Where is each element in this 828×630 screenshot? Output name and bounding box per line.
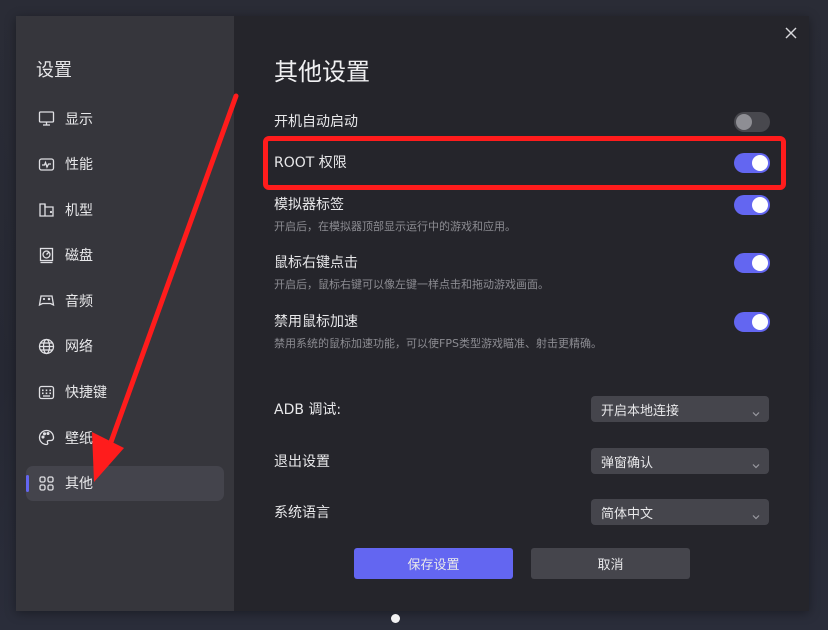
select-label: 系统语言 [274, 505, 330, 521]
setting-label: ROOT 权限 [274, 155, 347, 171]
settings-dialog: 设置 显示 性能 机型 磁盘 音频 网络 快捷键 壁纸 其他 其他设置 开机自动… [16, 16, 809, 611]
setting-label: 禁用鼠标加速 [274, 314, 358, 330]
save-button[interactable]: 保存设置 [354, 548, 513, 579]
setting-description: 禁用系统的鼠标加速功能，可以使FPS类型游戏瞄准、射击更精确。 [274, 337, 602, 350]
sidebar-item-wallpaper[interactable]: 壁纸 [26, 420, 224, 455]
sidebar-item-label: 音频 [65, 293, 93, 310]
setting-label: 开机自动启动 [274, 114, 358, 130]
sidebar-item-device-model[interactable]: 机型 [26, 192, 224, 227]
settings-nav: 显示 性能 机型 磁盘 音频 网络 快捷键 壁纸 其他 [26, 101, 224, 511]
mouse-accel-toggle[interactable] [734, 312, 770, 332]
device-model-icon [38, 201, 55, 218]
sidebar-item-shortcuts[interactable]: 快捷键 [26, 375, 224, 410]
autostart-toggle[interactable] [734, 112, 770, 132]
setting-label: 模拟器标签 [274, 197, 344, 213]
sidebar-item-label: 显示 [65, 111, 93, 128]
page-indicator-dot[interactable] [391, 614, 400, 623]
setting-right-click: 鼠标右键点击 开启后，鼠标右键可以像左键一样点击和拖动游戏画面。 [274, 253, 770, 293]
select-label: 退出设置 [274, 454, 330, 470]
setting-adb: ADB 调试: 开启本地连接 [274, 396, 770, 422]
setting-label: 鼠标右键点击 [274, 255, 358, 271]
sidebar-item-label: 磁盘 [65, 248, 93, 265]
page-title: 其他设置 [274, 58, 370, 86]
sidebar-item-label: 其他 [65, 476, 93, 493]
chevron-down-icon [751, 456, 761, 469]
language-select[interactable]: 简体中文 [591, 499, 769, 525]
toggle-knob [752, 197, 768, 213]
adb-select[interactable]: 开启本地连接 [591, 396, 769, 422]
setting-description: 开启后，鼠标右键可以像左键一样点击和拖动游戏画面。 [274, 278, 549, 291]
audio-icon [38, 292, 55, 309]
select-value: 开启本地连接 [601, 403, 680, 419]
setting-language: 系统语言 简体中文 [274, 499, 770, 525]
performance-icon [38, 156, 55, 173]
setting-exit: 退出设置 弹窗确认 [274, 448, 770, 474]
toggle-knob [736, 114, 752, 130]
setting-emulator-tabs: 模拟器标签 开启后，在模拟器顶部显示运行中的游戏和应用。 [274, 195, 770, 235]
chevron-down-icon [751, 404, 761, 417]
settings-sidebar: 设置 显示 性能 机型 磁盘 音频 网络 快捷键 壁纸 其他 [16, 16, 234, 611]
select-label: ADB 调试: [274, 402, 342, 418]
exit-select[interactable]: 弹窗确认 [591, 448, 769, 474]
root-permission-toggle[interactable] [734, 153, 770, 173]
grid-icon [38, 475, 55, 492]
setting-description: 开启后，在模拟器顶部显示运行中的游戏和应用。 [274, 220, 516, 233]
sidebar-item-disk[interactable]: 磁盘 [26, 238, 224, 273]
sidebar-item-network[interactable]: 网络 [26, 329, 224, 364]
setting-autostart: 开机自动启动 [274, 112, 770, 132]
toggle-knob [752, 255, 768, 271]
sidebar-item-label: 快捷键 [65, 385, 107, 402]
sidebar-item-label: 壁纸 [65, 430, 93, 447]
sidebar-item-label: 网络 [65, 339, 93, 356]
select-value: 弹窗确认 [601, 455, 654, 471]
disk-icon [38, 247, 55, 264]
sidebar-title: 设置 [36, 60, 72, 81]
right-click-toggle[interactable] [734, 253, 770, 273]
emulator-tabs-toggle[interactable] [734, 195, 770, 215]
setting-mouse-accel: 禁用鼠标加速 禁用系统的鼠标加速功能，可以使FPS类型游戏瞄准、射击更精确。 [274, 312, 770, 352]
sidebar-item-display[interactable]: 显示 [26, 101, 224, 136]
cancel-button[interactable]: 取消 [531, 548, 690, 579]
sidebar-item-other[interactable]: 其他 [26, 465, 224, 501]
toggle-knob [752, 155, 768, 171]
chevron-down-icon [751, 507, 761, 520]
setting-root: ROOT 权限 [274, 153, 770, 173]
globe-icon [38, 338, 55, 355]
sidebar-item-label: 性能 [65, 157, 93, 174]
settings-content: 其他设置 开机自动启动 ROOT 权限 模拟器标签 开启后，在模拟器顶部显示运行… [234, 16, 809, 611]
monitor-icon [38, 110, 55, 127]
palette-icon [38, 429, 55, 446]
toggle-knob [752, 314, 768, 330]
select-value: 简体中文 [601, 506, 654, 522]
sidebar-item-performance[interactable]: 性能 [26, 147, 224, 182]
close-icon [783, 26, 799, 45]
sidebar-item-audio[interactable]: 音频 [26, 283, 224, 318]
sidebar-item-label: 机型 [65, 202, 93, 219]
close-button[interactable] [783, 25, 799, 41]
keyboard-icon [38, 384, 55, 401]
